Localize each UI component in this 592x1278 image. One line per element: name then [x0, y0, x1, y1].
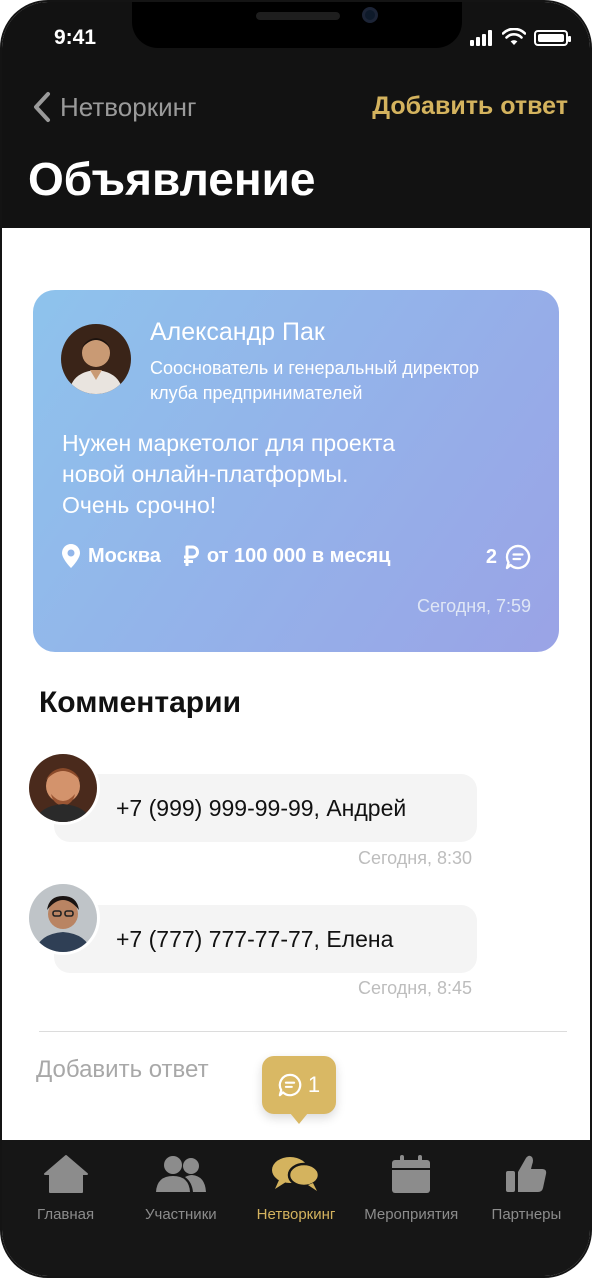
cellular-signal-icon: [470, 30, 494, 46]
wifi-icon: [502, 28, 526, 45]
divider: [39, 1031, 567, 1032]
tab-partners[interactable]: Партнеры: [469, 1152, 584, 1276]
screen: 9:41 Нетворкинг Добавить ответ Объявлени…: [2, 2, 590, 1276]
tab-label: Нетворкинг: [256, 1206, 336, 1223]
home-icon: [43, 1155, 88, 1193]
chat-bubbles-icon: [272, 1157, 321, 1191]
ruble-icon: [183, 545, 199, 566]
tab-label: Мероприятия: [364, 1206, 459, 1223]
tab-members[interactable]: Участники: [123, 1152, 238, 1276]
comments-fab[interactable]: 1: [262, 1056, 336, 1124]
post-text-line: Очень срочно!: [62, 492, 217, 518]
commenter-avatar[interactable]: [29, 884, 97, 952]
author-avatar[interactable]: [61, 324, 131, 394]
people-icon: [155, 1156, 206, 1192]
chevron-left-icon: [34, 92, 50, 122]
thumbs-up-icon: [506, 1155, 547, 1192]
tab-label: Главная: [37, 1206, 95, 1223]
fab-count: 1: [307, 1072, 321, 1097]
post-date: Сегодня, 7:59: [416, 596, 531, 616]
back-label: Нетворкинг: [60, 91, 197, 122]
post-meta: Москва от 100 000 в месяц: [62, 544, 390, 568]
post-text-line: новой онлайн-платформы.: [62, 461, 349, 487]
header: 9:41 Нетворкинг Добавить ответ Объявлени…: [2, 2, 590, 228]
comment-icon: [505, 544, 531, 570]
location-label: Москва: [88, 544, 161, 567]
comment-date: Сегодня, 8:45: [357, 978, 472, 998]
salary-label: от 100 000 в месяц: [206, 544, 391, 567]
comment-text: +7 (777) 777-77-77, Елена: [116, 925, 394, 952]
tab-label: Партнеры: [491, 1206, 562, 1223]
battery-icon: [534, 30, 571, 46]
notch: [132, 2, 462, 48]
author-role: Сооснователь и генеральный директор клуб…: [150, 358, 480, 403]
reply-input[interactable]: [36, 1050, 296, 1090]
calendar-icon: [392, 1155, 431, 1193]
tab-label: Участники: [144, 1206, 217, 1223]
tab-events[interactable]: Мероприятия: [354, 1152, 469, 1276]
comments-title: Комментарии: [39, 686, 242, 719]
comment-text: +7 (999) 999-99-99, Андрей: [116, 794, 407, 821]
page-title: Объявление: [28, 153, 316, 205]
post-card[interactable]: Александр Пак Сооснователь и генеральный…: [33, 290, 559, 652]
comments-counter[interactable]: 2: [486, 544, 531, 570]
tab-home[interactable]: Главная: [8, 1152, 123, 1276]
camera: [362, 7, 378, 23]
status-icons: [470, 28, 571, 46]
tab-bar: Главная Участники Нетворкинг Мероприятия…: [2, 1140, 590, 1276]
status-time: 9:41: [54, 26, 97, 49]
comment-icon: [278, 1073, 302, 1097]
comment-item[interactable]: +7 (777) 777-77-77, Елена: [54, 905, 477, 973]
author-name[interactable]: Александр Пак: [150, 318, 325, 347]
comment-item[interactable]: +7 (999) 999-99-99, Андрей: [54, 774, 477, 842]
back-button[interactable]: Нетворкинг: [28, 90, 196, 124]
add-answer-button[interactable]: Добавить ответ: [372, 92, 568, 121]
commenter-avatar[interactable]: [29, 754, 97, 822]
phone-frame: 9:41 Нетворкинг Добавить ответ Объявлени…: [0, 0, 592, 1278]
comments-count-value: 2: [485, 545, 497, 568]
comment-date: Сегодня, 8:30: [357, 848, 472, 868]
location-pin-icon: [62, 544, 80, 568]
speaker: [256, 12, 340, 20]
tab-networking[interactable]: Нетворкинг: [238, 1152, 353, 1276]
post-text-line: Нужен маркетолог для проекта: [62, 430, 396, 456]
post-text: Нужен маркетолог для проекта новой онлай…: [62, 428, 502, 521]
